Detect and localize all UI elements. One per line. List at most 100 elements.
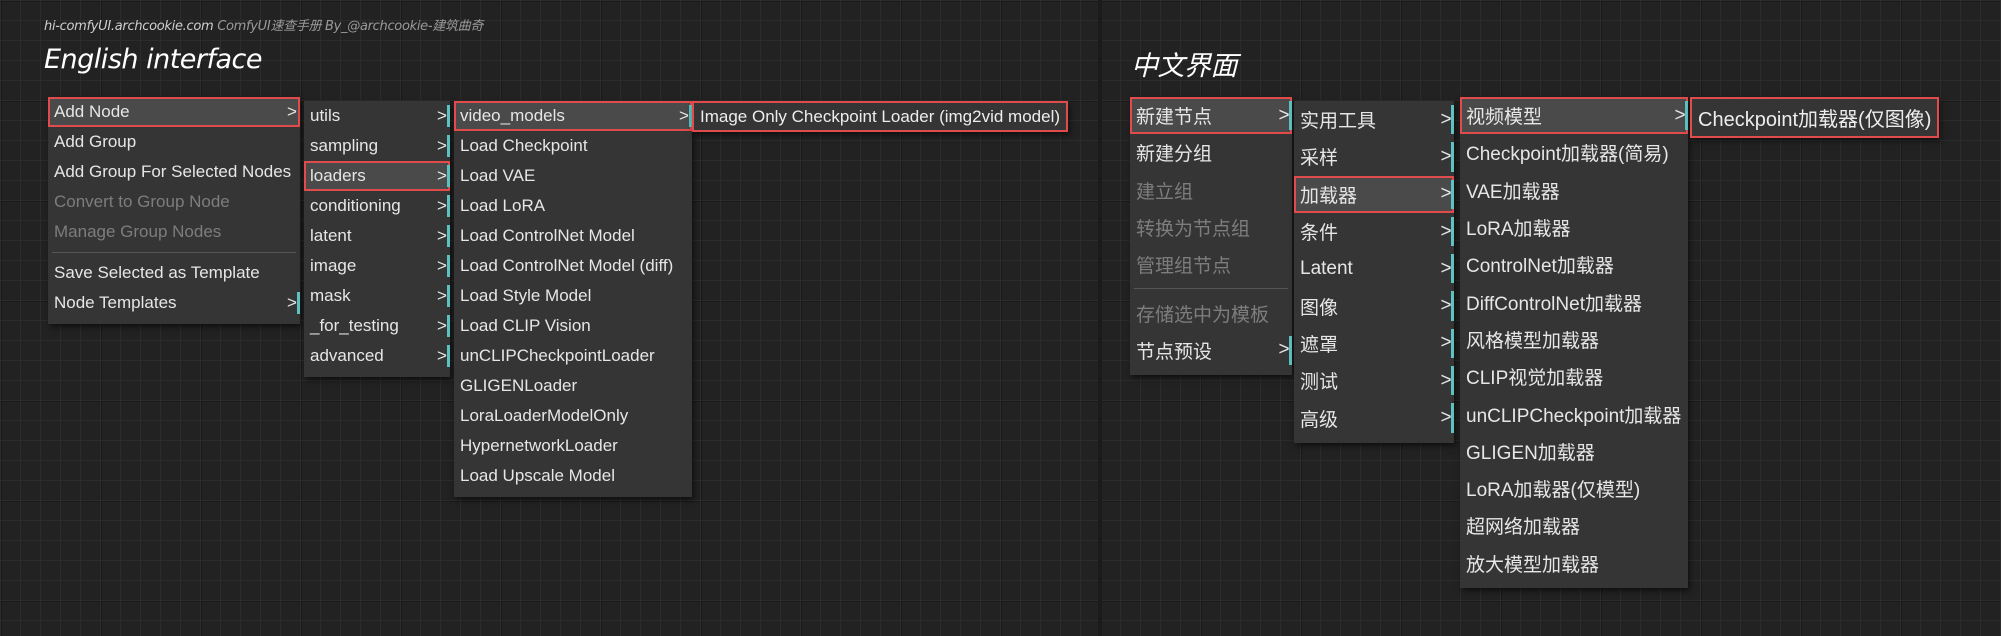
- submenu-indicator-bar: [1451, 179, 1454, 209]
- chinese-loaders-menu: 视频模型 > Checkpoint加载器(简易) VAE加载器 LoRA加载器 Contr…: [1460, 97, 1688, 588]
- submenu-indicator-bar: [1451, 105, 1454, 135]
- menu-item[interactable]: Load Checkpoint: [454, 131, 692, 161]
- menu-item[interactable]: advanced >: [304, 341, 450, 371]
- english-result-node[interactable]: Image Only Checkpoint Loader (img2vid mo…: [692, 101, 1069, 132]
- menu-item-label: Node Templates: [54, 293, 177, 312]
- menu-item-label: 存储选中为模板: [1136, 304, 1270, 326]
- menu-item[interactable]: 条件 >: [1294, 213, 1454, 250]
- menu-item[interactable]: video_models >: [454, 101, 692, 131]
- menu-item-label: image: [310, 256, 357, 275]
- menu-item[interactable]: 采样 >: [1294, 138, 1454, 175]
- menu-item[interactable]: VAE加载器: [1460, 172, 1688, 209]
- menu-item[interactable]: Load Upscale Model: [454, 461, 692, 491]
- menu-item-label: GLIGEN加载器: [1466, 442, 1595, 464]
- menu-item-label: 节点预设: [1136, 341, 1213, 363]
- menu-item[interactable]: Load ControlNet Model (diff): [454, 251, 692, 281]
- menu-item: Convert to Group Node: [48, 187, 300, 217]
- menu-item[interactable]: mask >: [304, 281, 450, 311]
- menu-item-label: 新建分组: [1136, 144, 1213, 166]
- credit-text: ComfyUI速查手册 By_@archcookie-建筑曲奇: [213, 19, 484, 34]
- menu-item[interactable]: Checkpoint加载器(简易): [1460, 134, 1688, 171]
- menu-item-label: loaders: [310, 166, 366, 185]
- submenu-arrow-icon: >: [287, 102, 297, 121]
- menu-item[interactable]: Save Selected as Template: [48, 258, 300, 288]
- menu-item[interactable]: Add Group: [48, 127, 300, 157]
- menu-item-label: Load VAE: [460, 166, 536, 185]
- menu-item-label: 遮罩: [1300, 334, 1339, 356]
- menu-item[interactable]: GLIGENLoader: [454, 371, 692, 401]
- menu-item[interactable]: Node Templates >: [48, 288, 300, 318]
- menu-item-label: Save Selected as Template: [54, 263, 260, 282]
- section-divider: [1098, 0, 1102, 636]
- menu-item[interactable]: 视频模型 >: [1460, 97, 1688, 135]
- menu-item-label: Add Group For Selected Nodes: [54, 162, 292, 181]
- menu-item[interactable]: Load ControlNet Model: [454, 221, 692, 251]
- menu-item-label: Latent: [1300, 257, 1353, 279]
- menu-item[interactable]: 加载器 >: [1294, 175, 1454, 213]
- menu-item[interactable]: LoRA加载器: [1460, 209, 1688, 246]
- menu-item-label: ControlNet加载器: [1466, 256, 1614, 278]
- submenu-indicator-bar: [1289, 101, 1292, 131]
- menu-item[interactable]: 新建分组: [1130, 134, 1292, 171]
- menu-item-label: 放大模型加载器: [1466, 554, 1600, 576]
- chinese-result-node[interactable]: Checkpoint加载器(仅图像): [1690, 97, 1940, 138]
- menu-item-label: 高级: [1300, 409, 1339, 431]
- menu-item[interactable]: conditioning >: [304, 191, 450, 221]
- menu-item[interactable]: Add Group For Selected Nodes: [48, 157, 300, 187]
- menu-item[interactable]: 节点预设 >: [1130, 332, 1292, 369]
- menu-item-label: LoRA加载器: [1466, 219, 1571, 241]
- menu-item-label: Load LoRA: [460, 196, 546, 215]
- menu-item-label: 实用工具: [1300, 111, 1377, 133]
- submenu-indicator-bar: [447, 105, 450, 127]
- menu-item-label: DiffControlNet加载器: [1466, 293, 1642, 315]
- menu-item[interactable]: Load Style Model: [454, 281, 692, 311]
- submenu-indicator-bar: [1451, 328, 1454, 359]
- menu-item-label: 新建节点: [1136, 107, 1213, 129]
- submenu-indicator-bar: [447, 285, 450, 307]
- menu-item[interactable]: Add Node >: [48, 97, 300, 127]
- menu-item[interactable]: Load VAE: [454, 161, 692, 191]
- menu-item[interactable]: unCLIPCheckpointLoader: [454, 341, 692, 371]
- menu-item[interactable]: 高级 >: [1294, 399, 1454, 436]
- menu-item[interactable]: DiffControlNet加载器: [1460, 283, 1688, 320]
- menu-item-label: VAE加载器: [1466, 181, 1560, 203]
- submenu-indicator-bar: [1685, 101, 1688, 131]
- menu-item-label: Load ControlNet Model (diff): [460, 256, 674, 275]
- menu-item-label: unCLIPCheckpoint加载器: [1466, 405, 1682, 427]
- menu-item[interactable]: latent >: [304, 221, 450, 251]
- menu-item[interactable]: 放大模型加载器: [1460, 545, 1688, 582]
- menu-item[interactable]: utils >: [304, 101, 450, 131]
- menu-item[interactable]: 实用工具 >: [1294, 101, 1454, 138]
- submenu-indicator-bar: [447, 195, 450, 217]
- menu-item[interactable]: _for_testing >: [304, 311, 450, 341]
- menu-item[interactable]: image >: [304, 251, 450, 281]
- menu-item[interactable]: 测试 >: [1294, 362, 1454, 399]
- menu-item-label: advanced: [310, 346, 384, 365]
- menu-item[interactable]: GLIGEN加载器: [1460, 433, 1688, 470]
- menu-item-label: LoRA加载器(仅模型): [1466, 480, 1641, 502]
- menu-item[interactable]: sampling >: [304, 131, 450, 161]
- menu-item[interactable]: 风格模型加载器: [1460, 321, 1688, 358]
- menu-item-label: video_models: [460, 106, 565, 125]
- menu-item-label: conditioning: [310, 196, 401, 215]
- menu-item[interactable]: HypernetworkLoader: [454, 431, 692, 461]
- menu-item[interactable]: ControlNet加载器: [1460, 246, 1688, 283]
- menu-item-label: Load CLIP Vision: [460, 316, 591, 335]
- menu-item[interactable]: Load CLIP Vision: [454, 311, 692, 341]
- submenu-indicator-bar: [447, 345, 450, 367]
- menu-item-label: 视频模型: [1466, 107, 1543, 129]
- menu-item[interactable]: Latent >: [1294, 250, 1454, 287]
- menu-item[interactable]: loaders >: [304, 161, 450, 191]
- menu-item[interactable]: 超网络加载器: [1460, 507, 1688, 544]
- menu-item[interactable]: CLIP视觉加载器: [1460, 358, 1688, 395]
- menu-separator: [52, 252, 296, 253]
- menu-item[interactable]: 图像 >: [1294, 287, 1454, 324]
- submenu-indicator-bar: [1451, 403, 1454, 433]
- menu-item[interactable]: LoRA加载器(仅模型): [1460, 470, 1688, 507]
- menu-item[interactable]: Load LoRA: [454, 191, 692, 221]
- menu-item-label: 转换为节点组: [1136, 219, 1251, 241]
- menu-item[interactable]: 遮罩 >: [1294, 325, 1454, 362]
- menu-item[interactable]: unCLIPCheckpoint加载器: [1460, 395, 1688, 432]
- menu-item[interactable]: 新建节点 >: [1130, 97, 1292, 135]
- menu-item[interactable]: LoraLoaderModelOnly: [454, 401, 692, 431]
